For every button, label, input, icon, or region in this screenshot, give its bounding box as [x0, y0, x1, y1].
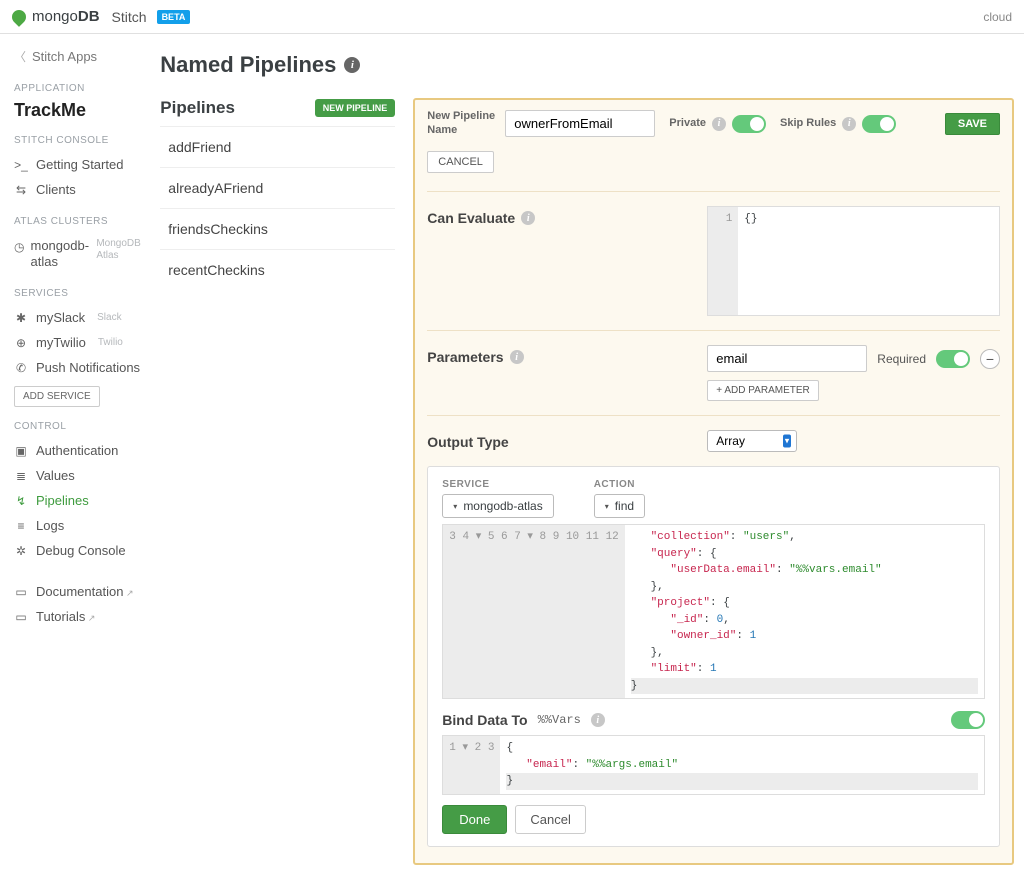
name-label: New Pipeline Name: [427, 110, 497, 136]
pipeline-editor: New Pipeline Name Private i Skip Rules i: [413, 98, 1014, 865]
top-right-text: cloud: [983, 10, 1012, 24]
mongodb-leaf-icon: [9, 7, 29, 27]
vars-code-editor[interactable]: 1 ▾ 2 3 { "email": "%%args.email" }: [442, 735, 985, 795]
debug-icon: ✲: [14, 544, 28, 558]
code-body: { "email": "%%args.email" }: [500, 736, 984, 794]
add-parameter-button[interactable]: + ADD PARAMETER: [707, 380, 818, 401]
chevron-down-icon: ▾: [605, 502, 609, 511]
sidebar: 〈 Stitch Apps APPLICATION TrackMe STITCH…: [0, 34, 152, 883]
back-to-apps[interactable]: 〈 Stitch Apps: [14, 48, 144, 65]
nav-clients[interactable]: ⇆Clients: [14, 177, 144, 202]
pipeline-name-input[interactable]: [505, 110, 655, 137]
values-icon: ≣: [14, 469, 28, 483]
service-header: SERVICE: [442, 479, 553, 490]
pipeline-item[interactable]: recentCheckins: [160, 249, 395, 290]
clients-icon: ⇆: [14, 183, 28, 197]
stitch-label: Stitch: [112, 9, 147, 25]
action-header: ACTION: [594, 479, 645, 490]
brand-text: mongoDB: [32, 8, 100, 25]
nav-getting-started[interactable]: >_Getting Started: [14, 152, 144, 177]
code-gutter: 1 ▾ 2 3: [443, 736, 500, 794]
pipeline-item[interactable]: alreadyAFriend: [160, 167, 395, 208]
nav-pipelines[interactable]: ↯Pipelines: [14, 488, 144, 513]
pipelines-icon: ↯: [14, 494, 28, 508]
nav-service-push[interactable]: ✆Push Notifications: [14, 355, 144, 380]
nav-logs[interactable]: ≡Logs: [14, 513, 144, 538]
page-title: Named Pipelines i: [160, 52, 1014, 78]
nav-tutorials[interactable]: ▭Tutorials: [14, 604, 144, 629]
cluster-icon: ◷: [14, 240, 24, 254]
auth-icon: ▣: [14, 444, 28, 458]
parameter-name-input[interactable]: [707, 345, 867, 372]
remove-parameter-button[interactable]: −: [980, 349, 1000, 369]
output-type-label: Output Type: [427, 430, 687, 450]
action-dropdown[interactable]: ▾find: [594, 494, 645, 518]
private-toggle[interactable]: [732, 115, 766, 133]
pipeline-list-title: Pipelines: [160, 98, 235, 118]
code-gutter: 3 4 ▾ 5 6 7 ▾ 8 9 10 11 12: [443, 525, 624, 698]
add-service-button[interactable]: ADD SERVICE: [14, 386, 100, 407]
section-application: APPLICATION: [14, 83, 144, 94]
logo-area: mongoDB Stitch BETA: [12, 8, 190, 25]
chevron-left-icon: 〈: [14, 48, 26, 65]
code-body: "collection": "users", "query": { "userD…: [625, 525, 984, 698]
output-type-select[interactable]: Array: [707, 430, 797, 452]
required-label: Required: [877, 352, 926, 366]
stage-code-editor[interactable]: 3 4 ▾ 5 6 7 ▾ 8 9 10 11 12 "collection":…: [442, 524, 985, 699]
app-name: TrackMe: [14, 100, 144, 121]
skip-rules-toggle[interactable]: [862, 115, 896, 133]
can-evaluate-label: Can Evaluatei: [427, 206, 687, 226]
cluster-item[interactable]: ◷ mongodb-atlas MongoDB Atlas: [14, 233, 144, 274]
info-icon[interactable]: i: [521, 211, 535, 225]
stage-cancel-button[interactable]: Cancel: [515, 805, 585, 834]
pipeline-stage: SERVICE ▾mongodb-atlas ACTION ▾find 3 4 …: [427, 466, 1000, 847]
section-clusters: ATLAS CLUSTERS: [14, 216, 144, 227]
pipeline-item[interactable]: addFriend: [160, 126, 395, 167]
section-control: CONTROL: [14, 421, 144, 432]
chevron-down-icon: ▾: [453, 502, 457, 511]
bind-data-toggle[interactable]: [951, 711, 985, 729]
bind-data-label: Bind Data To: [442, 712, 527, 728]
logs-icon: ≡: [14, 519, 28, 533]
nav-documentation[interactable]: ▭Documentation: [14, 579, 144, 604]
section-services: SERVICES: [14, 288, 144, 299]
slack-icon: ✱: [14, 311, 28, 325]
new-pipeline-button[interactable]: NEW PIPELINE: [315, 99, 396, 117]
can-evaluate-editor[interactable]: 1 {}: [707, 206, 1000, 316]
section-console: STITCH CONSOLE: [14, 135, 144, 146]
save-button[interactable]: SAVE: [945, 113, 1000, 135]
skip-rules-label: Skip Rules: [780, 117, 836, 130]
service-dropdown[interactable]: ▾mongodb-atlas: [442, 494, 553, 518]
nav-values[interactable]: ≣Values: [14, 463, 144, 488]
pipeline-list: Pipelines NEW PIPELINE addFriend already…: [160, 98, 395, 865]
cancel-button[interactable]: CANCEL: [427, 151, 494, 173]
topbar: mongoDB Stitch BETA cloud: [0, 0, 1024, 34]
output-type-select-wrap: Array: [707, 430, 797, 452]
done-button[interactable]: Done: [442, 805, 507, 834]
terminal-icon: >_: [14, 158, 28, 172]
beta-badge: BETA: [157, 10, 191, 24]
nav-service-twilio[interactable]: ⊕myTwilioTwilio: [14, 330, 144, 355]
info-icon[interactable]: i: [591, 713, 605, 727]
required-toggle[interactable]: [936, 350, 970, 368]
vars-token: %%Vars: [538, 713, 581, 727]
private-label: Private: [669, 117, 706, 130]
docs-icon: ▭: [14, 585, 28, 599]
info-icon[interactable]: i: [712, 117, 726, 131]
info-icon[interactable]: i: [842, 117, 856, 131]
info-icon[interactable]: i: [344, 57, 360, 73]
tutorials-icon: ▭: [14, 610, 28, 624]
pipeline-item[interactable]: friendsCheckins: [160, 208, 395, 249]
twilio-icon: ⊕: [14, 336, 28, 350]
nav-service-slack[interactable]: ✱mySlackSlack: [14, 305, 144, 330]
push-icon: ✆: [14, 361, 28, 375]
info-icon[interactable]: i: [510, 350, 524, 364]
parameters-label: Parametersi: [427, 345, 687, 365]
nav-debug[interactable]: ✲Debug Console: [14, 538, 144, 563]
nav-authentication[interactable]: ▣Authentication: [14, 438, 144, 463]
